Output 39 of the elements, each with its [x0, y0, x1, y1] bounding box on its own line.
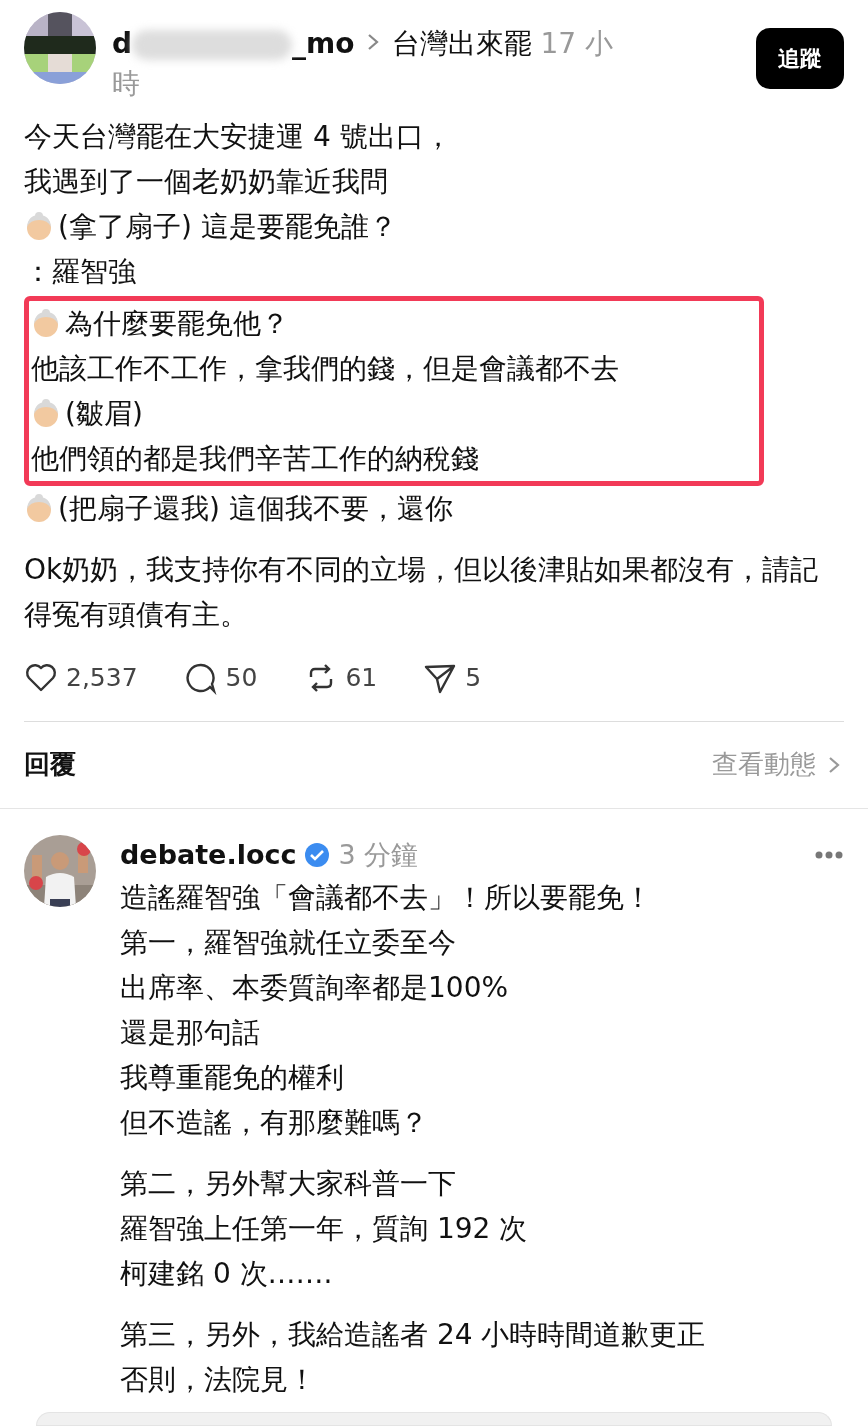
- stat-count[interactable]: 5: [465, 659, 482, 697]
- reply-text: 還是那句話: [120, 1015, 261, 1051]
- reply-text: 但不造謠，有那麼難嗎？: [120, 1105, 429, 1141]
- post-text: 今天台灣罷在大安捷運 4 號出口，: [24, 119, 452, 155]
- reply-text: 羅智強上任第一年，質詢 192 次: [120, 1211, 529, 1247]
- community-name[interactable]: 台灣出來罷: [392, 27, 533, 60]
- grandma-icon: [31, 398, 61, 429]
- post-time: 17 小: [540, 27, 613, 60]
- reply-text: 我尊重罷免的權利: [120, 1060, 345, 1096]
- post-text: (皺眉): [65, 396, 143, 432]
- grandma-icon: [24, 493, 54, 524]
- reply-text: 第二，另外幫大家科普一下: [120, 1166, 457, 1202]
- reply-time: 3 分鐘: [338, 837, 419, 872]
- reply-text: 柯建銘 0 次…….: [120, 1256, 334, 1292]
- replies-heading: 回覆: [24, 748, 76, 781]
- post-text: Ok奶奶，我支持你有不同的立場，但以後津貼如果都沒有，請記得冤有頭債有主。: [24, 552, 820, 633]
- reply-text: 第三，另外，我給造謠者 24 小時時間道歉更正: [120, 1317, 707, 1353]
- reply-text: 出席率、本委質詢率都是100%: [120, 970, 510, 1006]
- username[interactable]: _mo: [292, 27, 355, 60]
- post-text: 他們領的都是我們辛苦工作的納稅錢: [31, 441, 479, 477]
- grandma-icon: [24, 211, 54, 242]
- stat-count[interactable]: 61: [345, 659, 378, 697]
- follow-button[interactable]: 追蹤: [756, 28, 844, 89]
- post-text: 我遇到了一個老奶奶靠近我問: [24, 164, 388, 200]
- post-text: (拿了扇子) 這是要罷免誰？: [58, 209, 397, 245]
- post-text: 為什麼要罷免他？: [65, 306, 289, 342]
- reply-text: 否則，法院見！: [120, 1362, 317, 1398]
- more-icon: [814, 849, 844, 860]
- grandma-icon: [31, 308, 61, 339]
- username[interactable]: debate.locc: [120, 834, 297, 875]
- post-text: ：羅智強: [24, 254, 136, 290]
- post-text: 他該工作不工作，拿我們的錢，但是會議都不去: [31, 351, 619, 387]
- post-time: 時: [112, 66, 140, 102]
- reply-text: 造謠羅智強「會議都不去」！所以要罷免！: [120, 880, 653, 916]
- post-text: (把扇子還我) 這個我不要，還你: [58, 491, 453, 527]
- stat-count[interactable]: 50: [225, 659, 258, 697]
- reply-text: 第一，羅智強就任立委至今: [120, 925, 457, 961]
- stat-count[interactable]: 2,537: [66, 659, 138, 697]
- username[interactable]: d: [112, 27, 133, 60]
